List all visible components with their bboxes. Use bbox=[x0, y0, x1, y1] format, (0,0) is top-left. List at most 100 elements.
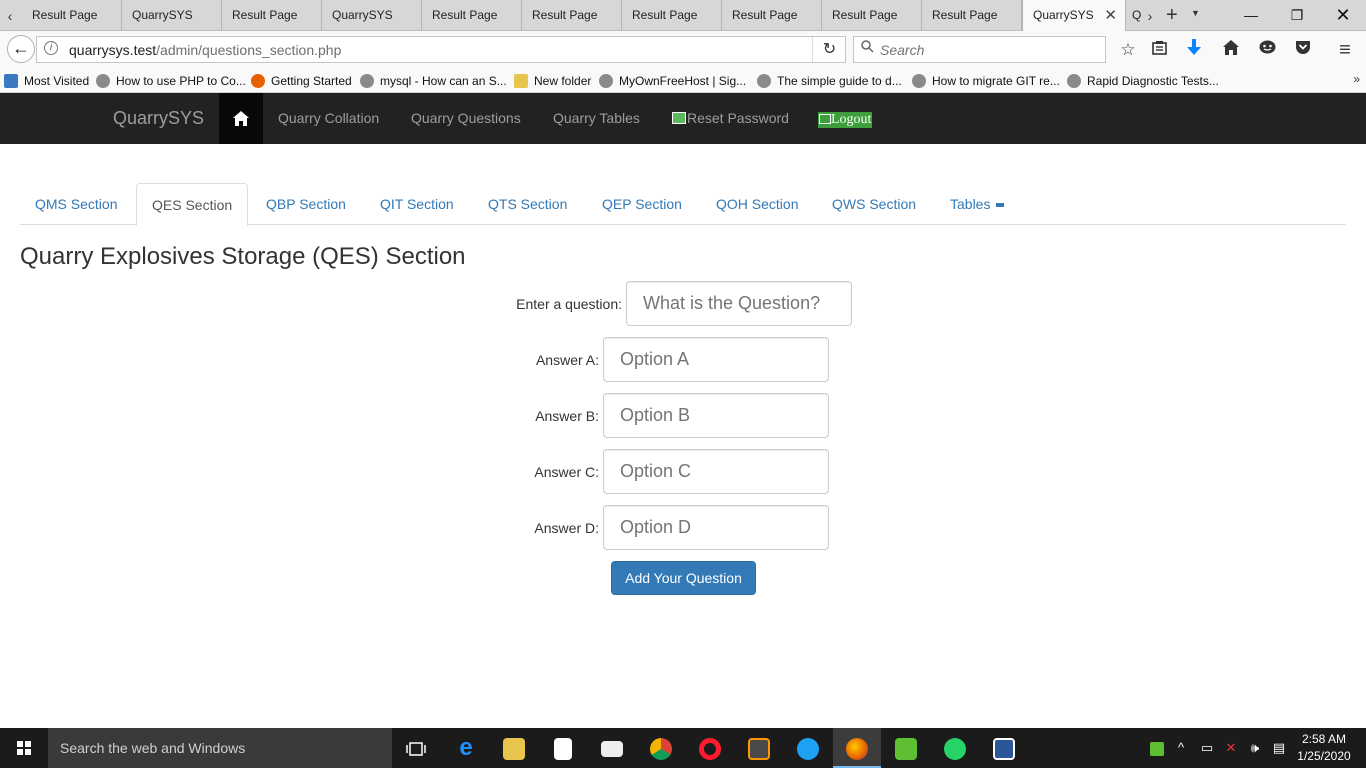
bookmark-item[interactable]: How to use PHP to Co... bbox=[96, 72, 246, 90]
reset-password-label: Reset Password bbox=[687, 110, 789, 126]
folder-icon bbox=[514, 74, 528, 88]
back-arrow-icon[interactable]: ← bbox=[7, 35, 35, 63]
answer-c-input[interactable] bbox=[603, 449, 829, 494]
system-clock[interactable]: 2:58 AM 1/25/2020 bbox=[1296, 731, 1352, 765]
bookmark-item[interactable]: Most Visited bbox=[4, 72, 89, 90]
new-tab-icon[interactable]: + bbox=[1166, 4, 1178, 26]
add-question-button[interactable]: Add Your Question bbox=[611, 561, 756, 595]
tab-qoh-section[interactable]: QOH Section bbox=[701, 183, 813, 225]
tab-tables-dropdown[interactable]: Tables bbox=[935, 183, 1019, 225]
bookmark-item[interactable]: MyOwnFreeHost | Sig... bbox=[599, 72, 746, 90]
windows-logo-icon bbox=[17, 741, 31, 755]
network-disconnected-icon[interactable]: ✕ bbox=[1220, 728, 1242, 768]
tab-qws-section[interactable]: QWS Section bbox=[817, 183, 931, 225]
browser-tab-label: Result Page bbox=[432, 8, 498, 22]
tab-qbp-section[interactable]: QBP Section bbox=[251, 183, 361, 225]
logout-icon bbox=[819, 114, 831, 124]
store-icon[interactable] bbox=[539, 728, 587, 768]
browser-tab[interactable]: QuarrySYS bbox=[122, 0, 222, 31]
action-center-icon[interactable]: ▤ bbox=[1269, 728, 1289, 768]
tab-qep-section[interactable]: QEP Section bbox=[587, 183, 697, 225]
browser-tab[interactable]: Result Page bbox=[822, 0, 922, 31]
firefox-icon[interactable] bbox=[833, 728, 881, 768]
browser-tab[interactable]: QuarrySYS bbox=[322, 0, 422, 31]
download-arrow-icon[interactable] bbox=[1182, 38, 1206, 62]
taskbar-search-box[interactable]: Search the web and Windows bbox=[48, 728, 392, 768]
reload-icon[interactable]: ↻ bbox=[812, 37, 846, 62]
browser-tab[interactable]: Result Page bbox=[922, 0, 1022, 31]
browser-tab[interactable]: Result Page bbox=[622, 0, 722, 31]
reading-list-icon[interactable] bbox=[1147, 38, 1171, 62]
site-info-icon[interactable]: i bbox=[44, 41, 58, 55]
bookmarks-overflow-icon[interactable]: » bbox=[1353, 72, 1360, 86]
show-hidden-icons-chevron-icon[interactable]: ^ bbox=[1172, 728, 1190, 768]
task-view-icon[interactable] bbox=[392, 728, 440, 768]
start-button[interactable] bbox=[0, 728, 48, 768]
nav-quarry-tables[interactable]: Quarry Tables bbox=[553, 93, 640, 144]
browser-tab-active[interactable]: QuarrySYS ✕ bbox=[1022, 0, 1126, 32]
home-icon bbox=[233, 111, 249, 126]
browser-tab[interactable]: Result Page bbox=[722, 0, 822, 31]
mail-icon[interactable] bbox=[588, 728, 636, 768]
word-icon[interactable] bbox=[980, 728, 1028, 768]
answer-d-input[interactable] bbox=[603, 505, 829, 550]
browser-tab[interactable]: Result Page bbox=[222, 0, 322, 31]
whatsapp-icon[interactable] bbox=[931, 728, 979, 768]
tab-close-icon[interactable]: ✕ bbox=[1104, 0, 1117, 31]
browser-tab-label: Result Page bbox=[932, 8, 998, 22]
battery-icon[interactable]: ▭ bbox=[1197, 728, 1217, 768]
browser-tab[interactable]: Result Page bbox=[422, 0, 522, 31]
volume-icon[interactable]: 🕪 bbox=[1244, 728, 1266, 768]
opera-icon[interactable] bbox=[686, 728, 734, 768]
browser-tab[interactable]: Q bbox=[1127, 0, 1145, 31]
search-input[interactable] bbox=[880, 40, 1100, 59]
search-bar[interactable] bbox=[853, 36, 1106, 63]
app-bird-icon[interactable] bbox=[784, 728, 832, 768]
wifi-hotspot-icon[interactable] bbox=[882, 728, 930, 768]
bookmark-item[interactable]: The simple guide to d... bbox=[757, 72, 902, 90]
hamburger-menu-icon[interactable]: ≡ bbox=[1333, 38, 1357, 62]
pocket-icon[interactable] bbox=[1291, 38, 1315, 62]
site-navbar: QuarrySYS Quarry Collation Quarry Questi… bbox=[0, 93, 1366, 144]
close-window-icon[interactable]: ✕ bbox=[1320, 0, 1366, 30]
restore-icon[interactable]: ❐ bbox=[1274, 0, 1320, 30]
tab-list-chevron-icon[interactable]: ▼ bbox=[1191, 8, 1200, 18]
home-link[interactable] bbox=[219, 93, 263, 144]
nav-reset-password[interactable]: Reset Password bbox=[672, 93, 789, 144]
chrome-icon[interactable] bbox=[637, 728, 685, 768]
answer-a-input[interactable] bbox=[603, 337, 829, 382]
tab-qts-section[interactable]: QTS Section bbox=[473, 183, 582, 225]
bookmark-star-icon[interactable]: ☆ bbox=[1116, 38, 1140, 62]
browser-tab[interactable]: Result Page bbox=[522, 0, 622, 31]
browser-tab[interactable]: Result Page bbox=[22, 0, 122, 31]
chat-emoji-icon[interactable] bbox=[1255, 38, 1279, 62]
sublime-text-icon[interactable] bbox=[735, 728, 783, 768]
tab-qit-section[interactable]: QIT Section bbox=[365, 183, 469, 225]
tab-qes-section[interactable]: QES Section bbox=[136, 183, 249, 226]
bookmark-item[interactable]: Rapid Diagnostic Tests... bbox=[1067, 72, 1219, 90]
bookmark-label: Rapid Diagnostic Tests... bbox=[1087, 74, 1219, 88]
nav-quarry-questions[interactable]: Quarry Questions bbox=[411, 93, 521, 144]
url-bar[interactable]: i quarrysys.test/admin/questions_section… bbox=[36, 36, 846, 63]
file-explorer-icon[interactable] bbox=[490, 728, 538, 768]
bookmark-label: The simple guide to d... bbox=[777, 74, 902, 88]
minimize-icon[interactable]: — bbox=[1228, 0, 1274, 30]
tab-scroll-right-icon[interactable]: › bbox=[1144, 6, 1156, 26]
answer-b-input[interactable] bbox=[603, 393, 829, 438]
brand-link[interactable]: QuarrySYS bbox=[113, 93, 204, 144]
answer-a-label: Answer A: bbox=[535, 352, 599, 368]
nav-quarry-collation[interactable]: Quarry Collation bbox=[278, 93, 379, 144]
tab-scroll-left-icon[interactable]: ‹ bbox=[4, 6, 16, 26]
nav-logout[interactable]: Logout bbox=[818, 93, 873, 144]
edge-browser-icon[interactable]: e bbox=[442, 728, 490, 768]
answer-a-row: Answer A: bbox=[0, 337, 1366, 382]
question-input[interactable] bbox=[626, 281, 852, 326]
bookmark-item[interactable]: How to migrate GIT re... bbox=[912, 72, 1060, 90]
tab-qms-section[interactable]: QMS Section bbox=[20, 183, 132, 225]
url-path: /admin/questions_section.php bbox=[156, 42, 342, 58]
home-icon[interactable] bbox=[1219, 38, 1243, 62]
bookmark-item[interactable]: mysql - How can an S... bbox=[360, 72, 507, 90]
network-tray-icon[interactable] bbox=[1148, 728, 1166, 768]
bookmark-item[interactable]: New folder bbox=[514, 72, 591, 90]
bookmark-item[interactable]: Getting Started bbox=[251, 72, 352, 90]
